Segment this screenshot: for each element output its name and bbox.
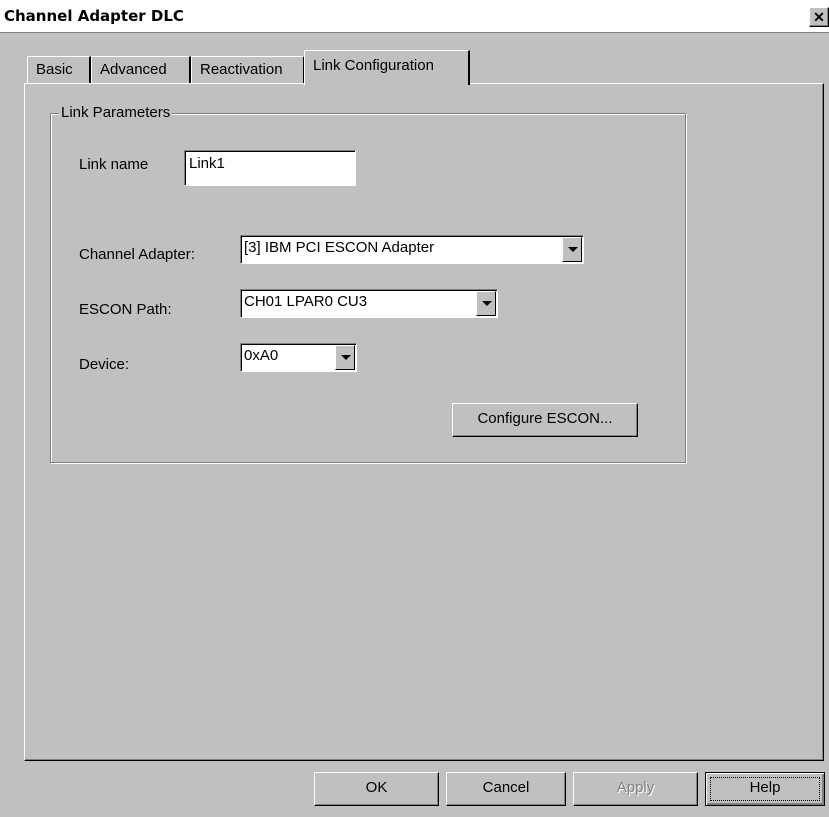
tab-link-configuration[interactable]: Link Configuration (304, 50, 470, 85)
cancel-button[interactable]: Cancel (446, 772, 566, 806)
escon-path-value: CH01 LPAR0 CU3 (244, 293, 368, 310)
dropdown-arrow-icon[interactable] (335, 345, 355, 370)
close-button[interactable]: ✕ (809, 7, 829, 27)
tab-label: Reactivation (200, 61, 283, 78)
help-button[interactable]: Help (705, 772, 825, 806)
device-label: Device: (79, 356, 130, 373)
tab-basic[interactable]: Basic (27, 56, 91, 83)
link-name-value: Link1 (189, 155, 225, 172)
configure-escon-label: Configure ESCON... (477, 410, 613, 427)
ok-label: OK (365, 779, 388, 796)
cancel-label: Cancel (482, 779, 530, 796)
channel-adapter-select[interactable]: [3] IBM PCI ESCON Adapter (240, 235, 584, 264)
dropdown-arrow-icon[interactable] (562, 237, 582, 262)
window-title: Channel Adapter DLC (4, 7, 184, 25)
apply-button[interactable]: Apply (573, 772, 698, 806)
link-name-input[interactable]: Link1 (184, 150, 356, 186)
channel-adapter-label: Channel Adapter: (79, 246, 195, 263)
group-title: Link Parameters (59, 104, 173, 121)
escon-path-select[interactable]: CH01 LPAR0 CU3 (240, 289, 498, 318)
channel-adapter-value: [3] IBM PCI ESCON Adapter (244, 239, 435, 256)
apply-label: Apply (616, 779, 655, 796)
device-value: 0xA0 (244, 347, 279, 364)
dropdown-arrow-icon[interactable] (476, 291, 496, 316)
tab-reactivation[interactable]: Reactivation (191, 56, 305, 83)
tab-advanced[interactable]: Advanced (91, 56, 191, 83)
title-bar[interactable]: Channel Adapter DLC ✕ (0, 0, 829, 33)
configure-escon-button[interactable]: Configure ESCON... (452, 403, 638, 437)
close-icon: ✕ (813, 9, 825, 25)
ok-button[interactable]: OK (314, 772, 439, 806)
tab-label: Advanced (100, 61, 167, 78)
tab-label: Link Configuration (313, 57, 434, 74)
tab-label: Basic (36, 61, 73, 78)
device-select[interactable]: 0xA0 (240, 343, 357, 372)
help-label: Help (749, 779, 781, 796)
dialog-window: Channel Adapter DLC ✕ Basic Advanced Rea… (0, 0, 829, 817)
link-name-label: Link name (79, 156, 149, 173)
escon-path-label: ESCON Path: (79, 301, 172, 318)
